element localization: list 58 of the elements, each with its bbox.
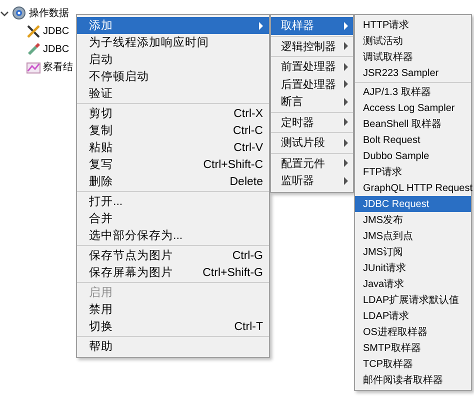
menu-item[interactable]: 监听器 — [271, 172, 353, 190]
tree-item[interactable]: JDBC — [43, 26, 70, 36]
menu-item[interactable]: JMS订阅 — [355, 244, 471, 260]
menu-item[interactable]: Access Log Sampler — [355, 100, 471, 116]
graph-icon — [26, 60, 41, 74]
menu-item[interactable]: 邮件阅读者取样器 — [355, 372, 471, 388]
menu-item[interactable]: FTP请求 — [355, 164, 471, 180]
tree-item[interactable]: JDBC — [43, 44, 70, 54]
menu-item[interactable]: 逻辑控制器 — [271, 38, 353, 55]
menu-item[interactable]: 粘贴 Ctrl-V — [77, 139, 269, 156]
menu-item[interactable]: TCP取样器 — [355, 356, 471, 372]
menu-item[interactable]: 取样器 — [271, 17, 353, 34]
menu-item[interactable]: 合并 — [77, 210, 269, 227]
menu-item[interactable]: Dubbo Sample — [355, 148, 471, 164]
menu-item[interactable]: 后置处理器 — [271, 76, 353, 93]
menu-item[interactable]: 定时器 — [271, 114, 353, 131]
pipette-icon — [26, 42, 41, 56]
menu-item[interactable]: 测试活动 — [355, 33, 471, 49]
menu-item[interactable]: 不停顿启动 — [77, 68, 269, 85]
menu-item[interactable]: GraphQL HTTP Request — [355, 180, 471, 196]
menu-item[interactable]: 保存屏幕为图片 Ctrl+Shift-G — [77, 264, 269, 281]
menu-item[interactable]: 选中部分保存为... — [77, 227, 269, 244]
menu-item[interactable]: 添加 — [77, 17, 269, 34]
menu-item[interactable]: 打开... — [77, 193, 269, 210]
menu-item[interactable]: 为子线程添加响应时间 — [77, 34, 269, 51]
menu-item[interactable]: 剪切 Ctrl-X — [77, 105, 269, 122]
tree-item[interactable]: 操作数据 — [29, 6, 69, 20]
menu-item[interactable]: 调试取样器 — [355, 49, 471, 65]
menu-item[interactable]: SMTP取样器 — [355, 340, 471, 356]
menu-item[interactable]: 删除 Delete — [77, 173, 269, 190]
menu-item[interactable]: LDAP扩展请求默认值 — [355, 292, 471, 308]
menu-item[interactable]: 复写 Ctrl+Shift-C — [77, 156, 269, 173]
menu-item[interactable]: Bolt Request — [355, 132, 471, 148]
menu-item[interactable]: 帮助 — [77, 338, 269, 355]
menu-item[interactable]: 保存节点为图片 Ctrl-G — [77, 247, 269, 264]
menu-item[interactable]: BeanShell 取样器 — [355, 116, 471, 132]
collapse-icon[interactable] — [0, 8, 9, 18]
menu-item[interactable]: JMS发布 — [355, 212, 471, 228]
menu-item[interactable]: 验证 — [77, 85, 269, 102]
menu-item[interactable]: JMS点到点 — [355, 228, 471, 244]
menu-item[interactable]: JUnit请求 — [355, 260, 471, 276]
menu-item[interactable]: 断言 — [271, 93, 353, 110]
menu-item[interactable]: 禁用 — [77, 301, 269, 318]
menu-item[interactable]: JDBC Request — [355, 196, 471, 212]
menu-item[interactable]: OS进程取样器 — [355, 324, 471, 340]
menu-item[interactable]: HTTP请求 — [355, 17, 471, 33]
menu-item[interactable]: Java请求 — [355, 276, 471, 292]
tree-item[interactable]: 察看结 — [43, 60, 73, 74]
menu-item[interactable]: 启动 — [77, 51, 269, 68]
menu-item[interactable]: LDAP请求 — [355, 308, 471, 324]
menu-item[interactable]: AJP/1.3 取样器 — [355, 84, 471, 100]
menu-item[interactable]: 复制 Ctrl-C — [77, 122, 269, 139]
menu-item[interactable]: 前置处理器 — [271, 58, 353, 76]
menu-item[interactable]: JSR223 Sampler — [355, 65, 471, 81]
menu-item[interactable]: 切换 Ctrl-T — [77, 318, 269, 335]
menu-item[interactable]: 配置元件 — [271, 154, 353, 172]
tools-icon — [26, 24, 41, 38]
menu-item[interactable]: 测试片段 — [271, 134, 353, 152]
